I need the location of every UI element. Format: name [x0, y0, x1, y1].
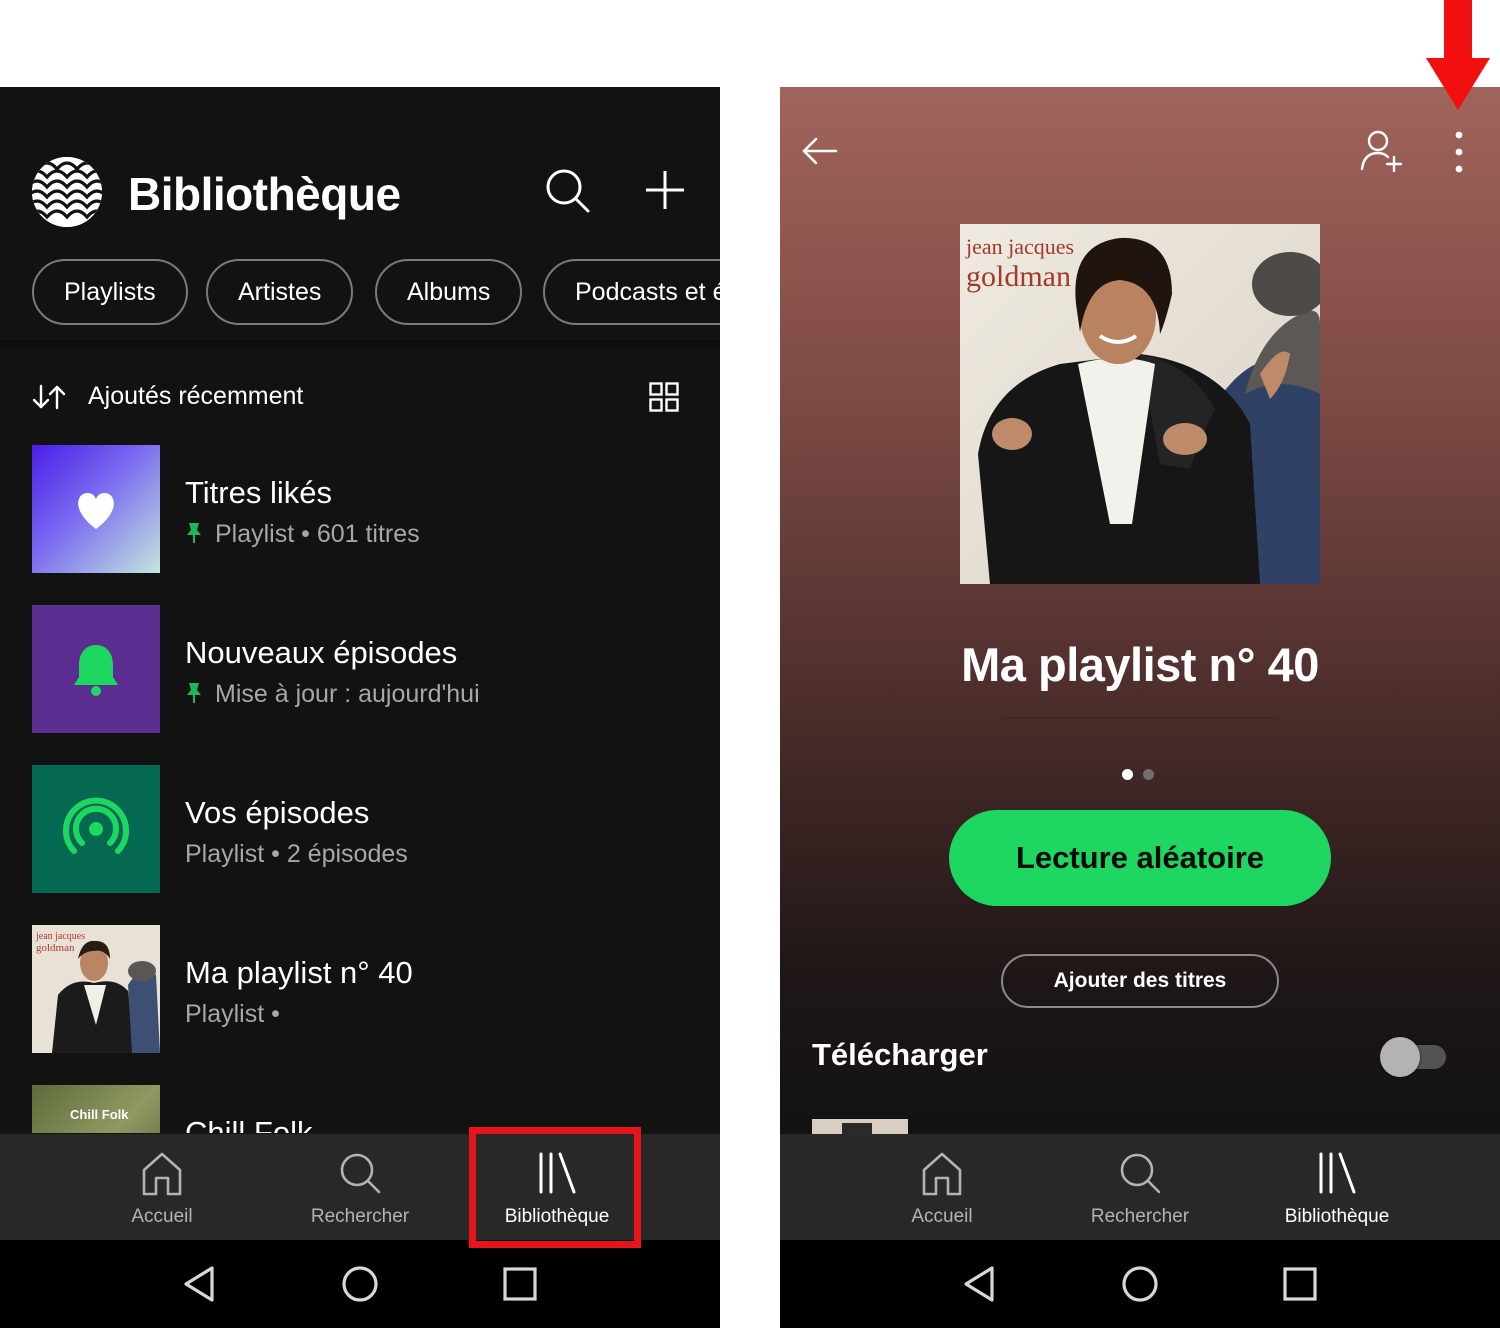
system-nav-bar [0, 1240, 720, 1328]
chip-podcasts[interactable]: Podcasts et émissions [543, 259, 720, 325]
playlist-cover: jean jacques goldman [960, 224, 1320, 584]
library-header: Bibliothèque Playlists Artistes Albums P… [0, 87, 720, 342]
search-icon[interactable] [542, 165, 592, 215]
header-divider [0, 340, 720, 350]
podcast-icon [63, 797, 129, 854]
list-item[interactable]: Titres likés Playlist • 601 titres [32, 445, 692, 573]
nav-label: Bibliothèque [1284, 1206, 1390, 1227]
item-title: Ma playlist n° 40 [185, 955, 413, 990]
album-cover: jean jacques goldman [32, 925, 160, 1053]
nav-label: Rechercher [310, 1206, 410, 1227]
system-nav-bar [780, 1240, 1500, 1328]
pin-icon [187, 523, 201, 543]
grid-view-icon[interactable] [649, 382, 679, 412]
item-subtitle: Playlist • 601 titres [185, 520, 420, 549]
chip-artistes[interactable]: Artistes [206, 259, 354, 325]
list-item[interactable]: Vos épisodes Playlist • 2 épisodes [32, 765, 692, 893]
item-title: Titres likés [185, 475, 332, 510]
item-title: Vos épisodes [185, 795, 370, 830]
heart-icon [78, 492, 114, 529]
playlist-title[interactable]: Ma playlist n° 40 [780, 637, 1500, 692]
your-episodes-thumb [32, 765, 160, 893]
square-recents-icon[interactable] [498, 1262, 542, 1306]
plus-icon[interactable] [640, 165, 690, 215]
bottom-nav: Accueil Rechercher Bibliothèque [780, 1134, 1500, 1240]
liked-songs-thumb [32, 445, 160, 573]
download-toggle[interactable] [1380, 1037, 1448, 1077]
page-dot [1143, 769, 1154, 780]
thumb-label: Chill Folk [70, 1107, 129, 1122]
pin-icon [187, 683, 201, 703]
home-icon [922, 1152, 962, 1196]
track-thumb [812, 1119, 908, 1135]
item-subtitle-text: Mise à jour : aujourd'hui [215, 680, 480, 708]
bell-icon [74, 645, 118, 696]
nav-label: Accueil [131, 1206, 193, 1227]
sort-row: Ajoutés récemment [0, 372, 720, 422]
page-title: Bibliothèque [128, 168, 401, 220]
profile-avatar[interactable] [32, 157, 102, 227]
playlist-screen: jean jacques goldman Ma playlist n° 40 L… [780, 87, 1500, 1328]
nav-search[interactable]: Rechercher [270, 1134, 450, 1240]
list-item[interactable]: Chill Folk Chill Folk [32, 1085, 692, 1133]
page-dot-active [1122, 769, 1133, 780]
nav-label: Rechercher [1090, 1206, 1190, 1227]
nav-search[interactable]: Rechercher [1050, 1134, 1230, 1240]
highlight-box [469, 1127, 641, 1248]
search-icon [340, 1153, 381, 1194]
item-subtitle: Mise à jour : aujourd'hui [185, 680, 480, 709]
back-arrow-icon[interactable] [800, 133, 840, 169]
nav-library[interactable]: Bibliothèque [1247, 1134, 1427, 1240]
item-subtitle: Playlist • [185, 1000, 280, 1028]
sort-label[interactable]: Ajoutés récemment [88, 382, 303, 411]
page-indicator [1122, 767, 1164, 785]
cover-artist-line1: jean jacques [965, 234, 1074, 259]
cover-artist-line2: goldman [966, 260, 1071, 293]
red-arrow-icon [1426, 0, 1490, 110]
wave-pattern-icon [32, 157, 102, 227]
download-label: Télécharger [812, 1037, 988, 1072]
add-user-icon[interactable] [1358, 127, 1404, 173]
circle-home-icon[interactable] [1118, 1262, 1162, 1306]
shuffle-play-button[interactable]: Lecture aléatoire [949, 810, 1331, 906]
more-vertical-icon[interactable] [1446, 129, 1472, 175]
circle-home-icon[interactable] [338, 1262, 382, 1306]
list-item[interactable]: jean jacques goldman Ma playlist n° 40 P… [32, 925, 692, 1053]
home-icon [142, 1152, 182, 1196]
chill-folk-thumb: Chill Folk [32, 1085, 160, 1133]
item-subtitle-text: Playlist • 601 titres [215, 520, 420, 548]
new-episodes-thumb [32, 605, 160, 733]
chip-playlists[interactable]: Playlists [32, 259, 188, 325]
nav-home[interactable]: Accueil [72, 1134, 252, 1240]
add-tracks-button[interactable]: Ajouter des titres [1001, 954, 1279, 1008]
square-recents-icon[interactable] [1278, 1262, 1322, 1306]
search-icon [1120, 1153, 1161, 1194]
triangle-back-icon[interactable] [958, 1262, 1002, 1306]
toggle-knob [1380, 1037, 1420, 1077]
svg-text:goldman: goldman [36, 942, 75, 954]
sort-arrows-icon[interactable] [32, 384, 66, 410]
description-divider [1006, 717, 1274, 719]
item-title: Nouveaux épisodes [185, 635, 458, 670]
chip-albums[interactable]: Albums [375, 259, 523, 325]
nav-home[interactable]: Accueil [852, 1134, 1032, 1240]
svg-text:jean jacques: jean jacques [35, 931, 85, 942]
list-item[interactable]: Nouveaux épisodes Mise à jour : aujourd'… [32, 605, 692, 733]
triangle-back-icon[interactable] [178, 1262, 222, 1306]
nav-label: Accueil [911, 1206, 973, 1227]
item-title: Chill Folk [185, 1115, 313, 1133]
item-subtitle: Playlist • 2 épisodes [185, 840, 408, 868]
library-icon [1319, 1152, 1356, 1194]
comparison-stage: Bibliothèque Playlists Artistes Albums P… [0, 0, 1500, 1328]
